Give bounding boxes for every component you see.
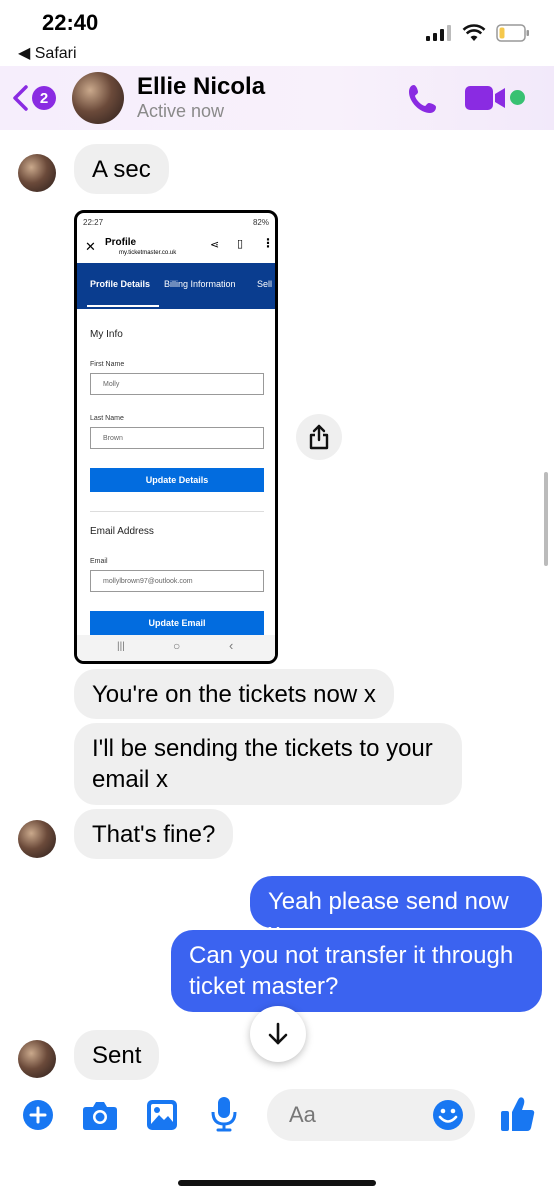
shot-update-details-button: Update Details xyxy=(90,468,264,492)
shot-tab-profile: Profile Details xyxy=(90,279,151,289)
sender-avatar xyxy=(18,1040,56,1078)
shot-nav-bar: ||| ○ ‹ xyxy=(77,635,275,661)
sender-avatar xyxy=(18,820,56,858)
scroll-indicator[interactable] xyxy=(544,472,548,566)
contact-name[interactable]: Ellie Nicola xyxy=(137,73,265,101)
shot-email-label: Email xyxy=(90,558,108,565)
emoji-icon[interactable] xyxy=(432,1099,464,1131)
message-outgoing[interactable]: Yeah please send now x xyxy=(250,876,542,946)
status-icons xyxy=(426,24,530,42)
arrow-down-icon xyxy=(268,1022,288,1045)
shot-close-icon: ✕ xyxy=(85,239,96,254)
shared-screenshot-image[interactable]: 22:27 82% ✕ Profile my.ticketmaster.co.u… xyxy=(74,210,278,664)
wifi-icon xyxy=(462,24,486,41)
share-image-button[interactable] xyxy=(296,414,342,460)
shot-tabs: Profile Details Billing Information Sell xyxy=(77,263,275,309)
shot-tab-billing: Billing Information xyxy=(164,279,236,289)
message-incoming[interactable]: You're on the tickets now x xyxy=(74,669,394,719)
camera-icon[interactable] xyxy=(82,1099,118,1131)
shot-bookmark-icon: ▯ xyxy=(237,238,244,250)
shot-tab-underline xyxy=(87,305,159,307)
shot-page-title: Profile xyxy=(105,237,137,248)
shot-tab-sell: Sell xyxy=(257,279,273,289)
home-indicator[interactable] xyxy=(178,1180,376,1186)
shot-recents-icon: ||| xyxy=(117,641,125,652)
microphone-icon[interactable] xyxy=(211,1096,237,1132)
shot-home-icon: ○ xyxy=(173,639,181,653)
contact-active-status: Active now xyxy=(137,101,225,121)
message-input-placeholder: Aa xyxy=(289,1102,316,1127)
shot-share-icon: ⋖ xyxy=(210,239,220,251)
message-incoming[interactable]: A sec xyxy=(74,144,169,194)
shot-first-name-label: First Name xyxy=(90,361,125,368)
shot-first-name-field: Molly xyxy=(90,373,264,395)
sender-avatar xyxy=(18,154,56,192)
video-camera-icon[interactable] xyxy=(464,84,508,112)
contact-avatar[interactable] xyxy=(72,72,124,124)
back-button[interactable]: 2 xyxy=(10,84,56,112)
status-time: 22:40 xyxy=(42,10,99,35)
shot-battery: 82% xyxy=(252,218,269,227)
shot-last-name-field: Brown xyxy=(90,427,264,449)
phone-icon[interactable] xyxy=(406,82,440,116)
plus-icon[interactable] xyxy=(22,1099,54,1131)
online-indicator xyxy=(510,90,525,105)
back-chevron-icon xyxy=(13,85,28,111)
shot-last-name-label: Last Name xyxy=(90,415,124,422)
gallery-icon[interactable] xyxy=(146,1099,178,1131)
message-incoming[interactable]: Sent xyxy=(74,1030,160,1080)
shot-status-time: 22:27 xyxy=(83,218,104,227)
shot-email-field: mollylbrown97@outlook.com xyxy=(90,570,264,592)
message-incoming[interactable]: I'll be sending the tickets to your emai… xyxy=(74,723,462,805)
share-icon xyxy=(309,424,329,450)
shot-email-title: Email Address xyxy=(90,526,154,537)
shot-divider xyxy=(90,511,264,512)
thumbs-up-icon[interactable] xyxy=(500,1095,536,1133)
battery-icon xyxy=(496,24,529,42)
message-outgoing[interactable]: Can you not transfer it through ticket m… xyxy=(171,930,542,1012)
shot-back-icon: ‹ xyxy=(229,638,234,653)
unread-count-badge: 2 xyxy=(32,86,56,110)
shot-update-email-button: Update Email xyxy=(90,611,264,635)
jump-to-latest-button[interactable] xyxy=(250,1006,306,1062)
shot-my-info-title: My Info xyxy=(90,329,123,340)
back-to-safari-link[interactable]: ◀ Safari xyxy=(18,43,77,63)
shot-menu-icon: ⋮ xyxy=(262,236,274,250)
shot-url: my.ticketmaster.co.uk xyxy=(119,250,177,256)
message-incoming[interactable]: That's fine? xyxy=(74,809,234,859)
signal-icon xyxy=(426,25,451,41)
